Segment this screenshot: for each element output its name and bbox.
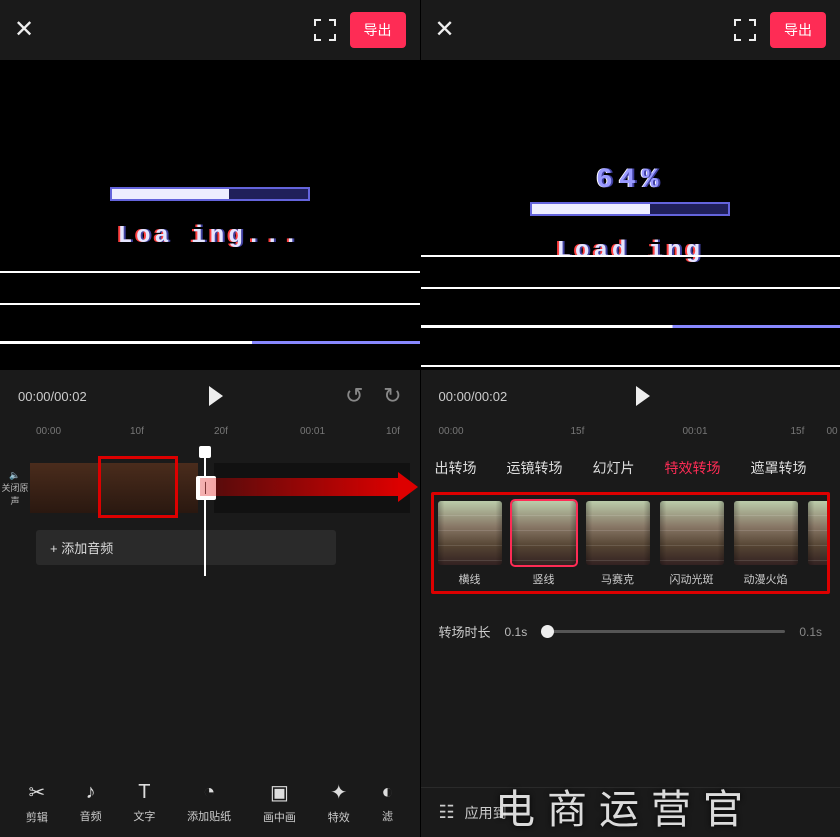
screen-right: ✕ 导出 64% Load ing 00:00/00:02 00:00 15f …	[420, 0, 840, 837]
tool-text[interactable]: T文字	[133, 781, 155, 824]
pip-icon: ▣	[270, 780, 289, 805]
apply-all-label: 应用到	[465, 803, 507, 823]
topbar-right: 导出	[734, 12, 826, 48]
transition-duration-row: 转场时长 0.1s 0.1s	[421, 600, 840, 641]
close-icon[interactable]: ✕	[14, 18, 38, 42]
topbar: ✕ 导出	[421, 0, 840, 60]
tool-sticker[interactable]: ◔添加贴纸	[187, 781, 231, 824]
scissors-icon: ✂	[28, 780, 45, 805]
ruler-mark: 10f	[130, 426, 144, 437]
ruler-mark: 20f	[214, 426, 228, 437]
playback-controls: 00:00/00:02	[421, 370, 840, 422]
sticker-icon: ◔	[203, 781, 215, 804]
undo-icon[interactable]: ↻	[345, 383, 363, 409]
bottom-toolbar: ✂剪辑 ♪音频 T文字 ◔添加贴纸 ▣画中画 ✦特效 ◐滤	[0, 767, 420, 837]
time-ruler[interactable]: 00:00 10f 20f 00:01 10f	[0, 422, 420, 444]
tool-pip[interactable]: ▣画中画	[263, 780, 296, 825]
effect-horizontal-lines[interactable]: 横线	[438, 501, 502, 587]
effect-grid-highlight: 横线 竖线 马赛克 闪动光斑 动漫火焰 云	[421, 488, 840, 600]
preview-loading-text: Loa ing...	[0, 223, 420, 250]
ruler-mark: 15f	[571, 426, 585, 437]
note-icon: ♪	[86, 781, 96, 804]
preview-loading-text: Load ing	[421, 238, 840, 265]
close-icon[interactable]: ✕	[435, 18, 459, 42]
video-preview[interactable]: 64% Load ing	[421, 60, 840, 370]
preview-percent: 64%	[421, 165, 840, 196]
duration-value: 0.1s	[505, 625, 528, 639]
play-button[interactable]	[87, 386, 345, 406]
ruler-mark: 10f	[386, 426, 400, 437]
stack-icon: ☷	[439, 802, 455, 823]
transition-effects-grid: 横线 竖线 马赛克 闪动光斑 动漫火焰 云	[431, 492, 831, 594]
export-button[interactable]: 导出	[350, 12, 406, 48]
effect-vertical-lines[interactable]: 竖线	[512, 501, 576, 587]
tab-camera-transition[interactable]: 运镜转场	[507, 458, 563, 478]
play-button[interactable]	[507, 386, 778, 406]
effect-anime-fire[interactable]: 动漫火焰	[734, 501, 798, 587]
playback-controls: 00:00/00:02 ↻ ↻	[0, 370, 420, 422]
duration-slider[interactable]	[541, 630, 785, 633]
transition-category-tabs: 出转场 运镜转场 幻灯片 特效转场 遮罩转场	[421, 444, 840, 488]
tab-mask-transition[interactable]: 遮罩转场	[751, 458, 807, 478]
export-button[interactable]: 导出	[770, 12, 826, 48]
tool-filter[interactable]: ◐滤	[381, 781, 393, 824]
duration-label: 转场时长	[439, 622, 491, 641]
ruler-mark: 00:00	[36, 426, 61, 437]
ruler-mark: 00	[827, 426, 838, 437]
topbar: ✕ 导出	[0, 0, 420, 60]
annotation-red-arrow	[200, 478, 400, 496]
duration-max: 0.1s	[799, 625, 822, 639]
tab-out-transition[interactable]: 出转场	[435, 458, 477, 478]
time-ruler[interactable]: 00:00 15f 00:01 15f 00	[421, 422, 840, 444]
effect-mosaic[interactable]: 马赛克	[586, 501, 650, 587]
tool-effects[interactable]: ✦特效	[328, 780, 350, 825]
effect-cloud[interactable]: 云	[808, 501, 831, 587]
tool-audio[interactable]: ♪音频	[80, 781, 102, 824]
ruler-mark: 00:00	[439, 426, 464, 437]
ruler-mark: 15f	[791, 426, 805, 437]
ruler-mark: 00:01	[683, 426, 708, 437]
tab-slideshow[interactable]: 幻灯片	[593, 458, 635, 478]
playhead[interactable]	[204, 454, 206, 576]
fullscreen-icon[interactable]	[314, 19, 336, 41]
tool-cut[interactable]: ✂剪辑	[26, 780, 48, 825]
timeline[interactable]: 🔈关闭原声 │ + 添加音频	[0, 444, 420, 594]
annotation-red-box	[98, 456, 178, 518]
timecode: 00:00/00:02	[439, 389, 508, 404]
filter-icon: ◐	[381, 781, 393, 804]
video-preview[interactable]: Loa ing...	[0, 60, 420, 370]
fullscreen-icon[interactable]	[734, 19, 756, 41]
tab-effect-transition[interactable]: 特效转场	[665, 458, 721, 478]
ruler-mark: 00:01	[300, 426, 325, 437]
add-audio-button[interactable]: + 添加音频	[36, 530, 336, 565]
mute-original-audio[interactable]: 🔈关闭原声	[0, 470, 30, 507]
effect-flash-spot[interactable]: 闪动光斑	[660, 501, 724, 587]
apply-to-all-row[interactable]: ☷ 应用到	[421, 787, 840, 837]
text-icon: T	[138, 781, 150, 804]
timecode: 00:00/00:02	[18, 389, 87, 404]
redo-icon[interactable]: ↻	[383, 383, 401, 409]
topbar-right: 导出	[314, 12, 406, 48]
screen-left: ✕ 导出 Loa ing... 00:00/00:02 ↻ ↻ 00:00 10…	[0, 0, 420, 837]
sparkle-icon: ✦	[330, 780, 347, 805]
